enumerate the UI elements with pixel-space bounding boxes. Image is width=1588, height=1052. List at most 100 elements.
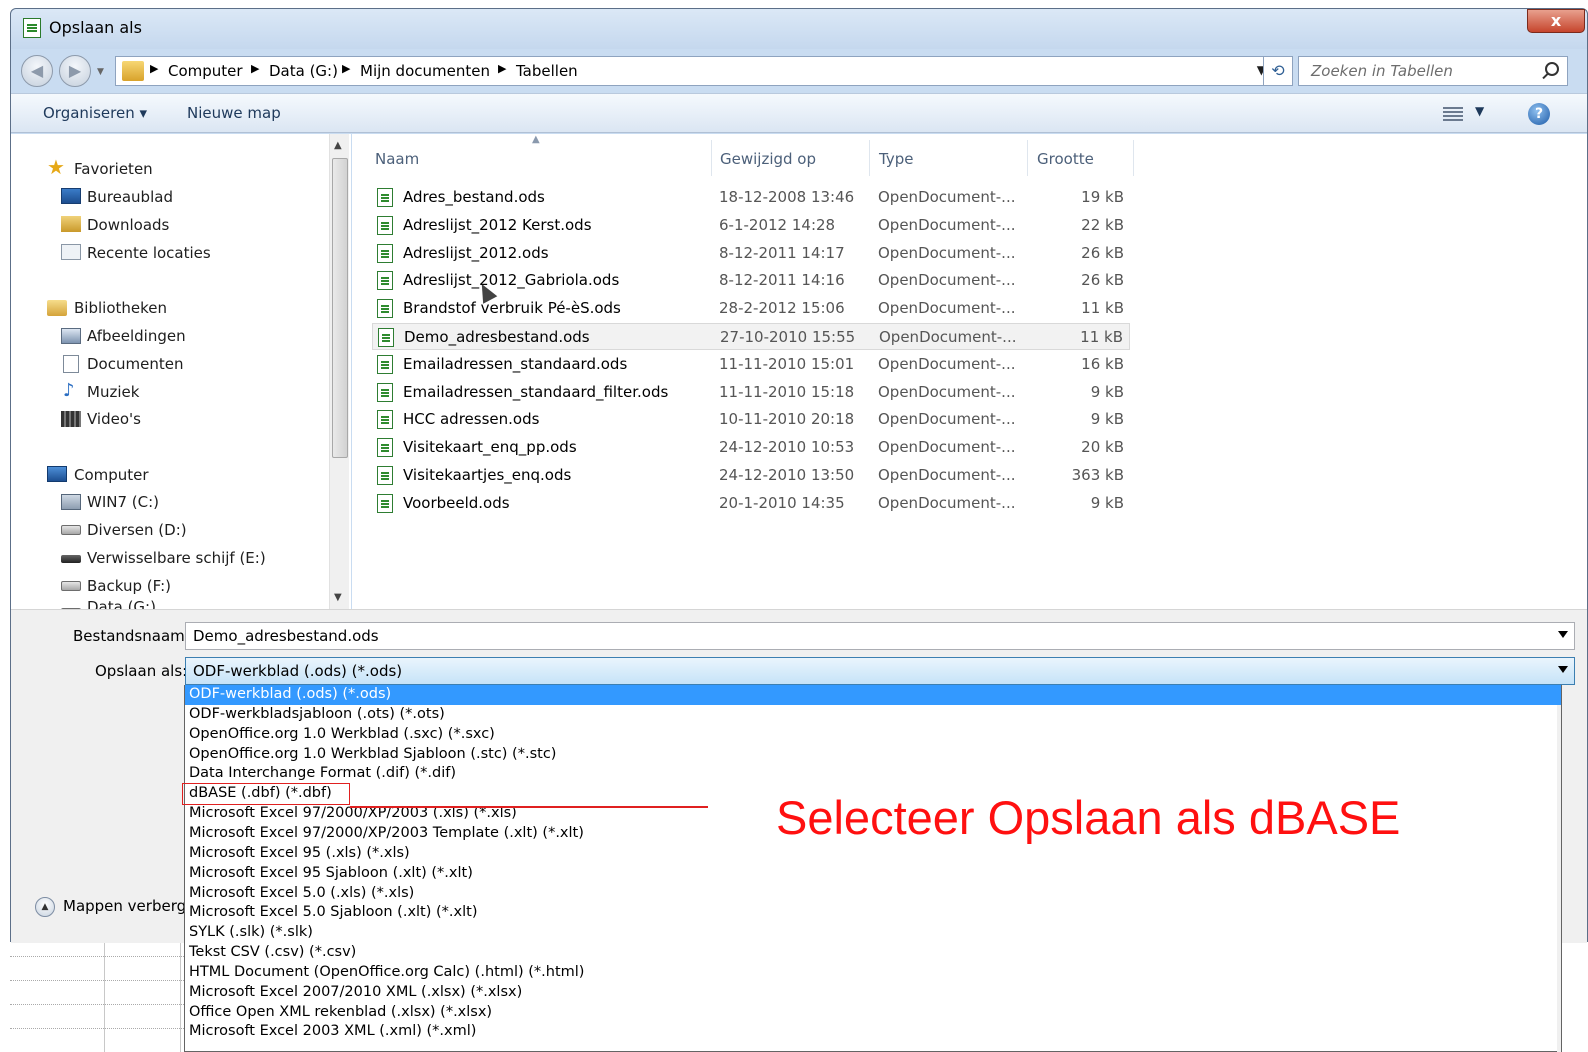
file-type-option[interactable]: OpenOffice.org 1.0 Werkblad (.sxc) (*.sx… bbox=[185, 725, 1561, 745]
file-row[interactable]: Visitekaart_enq_pp.ods 24-12-2010 10:53 Op… bbox=[372, 434, 1130, 461]
file-type: OpenDocument-... bbox=[878, 188, 1016, 206]
removable-drive-icon bbox=[61, 555, 81, 563]
nav-documents[interactable]: Documenten bbox=[87, 355, 183, 373]
file-modified: 11-11-2010 15:01 bbox=[719, 354, 855, 373]
nav-scrollbar[interactable]: ▲ ▼ bbox=[329, 134, 349, 609]
hide-folders-label: Mappen verberge bbox=[63, 897, 196, 915]
breadcrumb-data-drive[interactable]: Data (G:) bbox=[269, 62, 338, 80]
file-row[interactable]: Adres_bestand.ods 18-12-2008 13:46 OpenDoc… bbox=[372, 184, 1130, 211]
column-divider[interactable] bbox=[1133, 140, 1134, 176]
nav-scrollbar-thumb[interactable] bbox=[332, 158, 348, 458]
column-divider[interactable] bbox=[869, 140, 870, 176]
breadcrumb-tables[interactable]: Tabellen bbox=[516, 62, 578, 80]
nav-computer[interactable]: Computer bbox=[74, 466, 149, 484]
file-type-option[interactable]: Office Open XML rekenblad (.xlsx) (*.xls… bbox=[185, 1003, 1561, 1023]
file-type: OpenDocument-... bbox=[878, 438, 1016, 457]
file-type-option[interactable]: ODF-werkblad (.ods) (*.ods) bbox=[185, 685, 1561, 705]
file-row[interactable]: Adreslijst_2012 Kerst.ods 6-1-2012 14:28 O… bbox=[372, 212, 1130, 239]
breadcrumb-computer[interactable]: Computer bbox=[168, 62, 243, 80]
file-modified: 28-2-2012 15:06 bbox=[719, 299, 845, 318]
file-type-option[interactable]: ODF-werkbladsjabloon (.ots) (*.ots) bbox=[185, 705, 1561, 725]
new-folder-button[interactable]: Nieuwe map bbox=[187, 104, 281, 122]
breadcrumb-my-documents[interactable]: Mijn documenten bbox=[360, 62, 490, 80]
file-type-option[interactable]: SYLK (.slk) (*.slk) bbox=[185, 923, 1561, 943]
file-row[interactable]: Demo_adresbestand.ods 27-10-2010 15:55 Ope… bbox=[372, 323, 1130, 350]
grid-column-line bbox=[180, 942, 181, 1052]
address-bar[interactable]: ▶ Computer ▶ Data (G:) ▶ Mijn documenten… bbox=[115, 56, 1281, 86]
file-row[interactable]: Voorbeeld.ods 20-1-2010 14:35 OpenDocument… bbox=[372, 490, 1130, 517]
breadcrumb-separator-icon[interactable]: ▶ bbox=[342, 62, 350, 75]
dropdown-scrollbar[interactable] bbox=[1557, 705, 1561, 1052]
pictures-icon bbox=[61, 328, 81, 344]
file-type-option[interactable]: Microsoft Excel 95 Sjabloon (.xlt) (*.xl… bbox=[185, 864, 1561, 884]
file-modified: 8-12-2011 14:16 bbox=[719, 271, 845, 290]
nav-libraries[interactable]: Bibliotheken bbox=[74, 299, 167, 317]
search-field[interactable]: Zoeken in Tabellen bbox=[1298, 56, 1568, 86]
file-row[interactable]: Emailadressen_standaard.ods 11-11-2010 15… bbox=[372, 351, 1130, 378]
chevron-down-icon[interactable] bbox=[1558, 666, 1568, 673]
file-row[interactable]: Visitekaartjes_enq.ods 24-12-2010 13:50 Op… bbox=[372, 462, 1130, 489]
file-type-option[interactable]: OpenOffice.org 1.0 Werkblad Sjabloon (.s… bbox=[185, 745, 1561, 765]
file-type-option[interactable]: HTML Document (OpenOffice.org Calc) (.ht… bbox=[185, 963, 1561, 983]
nav-recent[interactable]: Recente locaties bbox=[87, 244, 211, 262]
nav-drive-e[interactable]: Verwisselbare schijf (E:) bbox=[87, 549, 266, 567]
column-header-type[interactable]: Type bbox=[879, 150, 913, 168]
file-modified: 20-1-2010 14:35 bbox=[719, 493, 845, 512]
file-type-option[interactable]: Microsoft Excel 5.0 (.xls) (*.xls) bbox=[185, 884, 1561, 904]
libraries-icon bbox=[47, 300, 67, 316]
file-name: Emailadressen_standaard_filter.ods bbox=[403, 382, 669, 401]
breadcrumb-separator-icon[interactable]: ▶ bbox=[251, 62, 259, 75]
column-divider[interactable] bbox=[1027, 140, 1028, 176]
nav-videos[interactable]: Video's bbox=[87, 410, 141, 428]
file-row[interactable]: HCC adressen.ods 10-11-2010 20:18 OpenDocu… bbox=[372, 406, 1130, 433]
nav-drive-f[interactable]: Backup (F:) bbox=[87, 577, 171, 595]
nav-drive-g[interactable]: Data (G:) bbox=[87, 598, 156, 609]
nav-pictures[interactable]: Afbeeldingen bbox=[87, 327, 186, 345]
file-type-option[interactable]: Tekst CSV (.csv) (*.csv) bbox=[185, 943, 1561, 963]
breadcrumb-separator-icon[interactable]: ▶ bbox=[150, 62, 158, 75]
help-icon[interactable]: ? bbox=[1528, 103, 1550, 125]
file-row[interactable]: Adreslijst_2012.ods 8-12-2011 14:17 OpenDo… bbox=[372, 240, 1130, 267]
nav-downloads[interactable]: Downloads bbox=[87, 216, 169, 234]
filename-label: Bestandsnaam: bbox=[73, 627, 190, 645]
file-type-option[interactable]: Microsoft Excel 2003 XML (.xml) (*.xml) bbox=[185, 1022, 1561, 1042]
column-header-modified[interactable]: Gewijzigd op bbox=[720, 150, 816, 168]
column-header-size[interactable]: Grootte bbox=[1037, 150, 1094, 168]
file-size: 363 kB bbox=[1071, 466, 1124, 484]
scroll-up-icon[interactable]: ▲ bbox=[334, 140, 342, 151]
file-name: Voorbeeld.ods bbox=[403, 493, 510, 512]
file-type-option[interactable]: Microsoft Excel 95 (.xls) (*.xls) bbox=[185, 844, 1561, 864]
file-type: OpenDocument-... bbox=[878, 410, 1016, 429]
file-type-option[interactable]: Data Interchange Format (.dif) (*.dif) bbox=[185, 764, 1561, 784]
grid-row bbox=[10, 1004, 190, 1005]
arrow-right-icon: ▶ bbox=[68, 61, 82, 80]
close-button[interactable]: x bbox=[1527, 9, 1585, 33]
nav-favorites[interactable]: Favorieten bbox=[74, 160, 153, 178]
file-row[interactable]: Emailadressen_standaard_filter.ods 11-11-… bbox=[372, 379, 1130, 406]
chevron-down-icon[interactable] bbox=[1558, 631, 1568, 638]
search-icon[interactable] bbox=[1545, 62, 1559, 76]
spreadsheet-icon bbox=[23, 18, 41, 38]
column-divider[interactable] bbox=[711, 140, 712, 176]
nav-drive-d[interactable]: Diversen (D:) bbox=[87, 521, 187, 539]
scroll-down-icon[interactable]: ▼ bbox=[334, 592, 342, 603]
view-options-icon[interactable] bbox=[1443, 107, 1463, 121]
column-header-name[interactable]: Naam bbox=[375, 150, 419, 168]
sort-ascending-icon: ▲ bbox=[532, 134, 540, 145]
breadcrumb-separator-icon[interactable]: ▶ bbox=[498, 62, 506, 75]
file-type-option[interactable]: Microsoft Excel 5.0 Sjabloon (.xlt) (*.x… bbox=[185, 903, 1561, 923]
save-type-select[interactable]: ODF-werkblad (.ods) (*.ods) bbox=[185, 657, 1575, 685]
file-type: OpenDocument-... bbox=[878, 215, 1016, 234]
file-type-option[interactable]: Microsoft Excel 2007/2010 XML (.xlsx) (*… bbox=[185, 983, 1561, 1003]
refresh-button[interactable]: ⟲ bbox=[1263, 56, 1293, 86]
nav-desktop[interactable]: Bureaublad bbox=[87, 188, 173, 206]
filename-input[interactable]: Demo_adresbestand.ods bbox=[185, 622, 1575, 650]
organize-button[interactable]: Organiseren ▾ bbox=[43, 104, 147, 122]
nav-drive-c[interactable]: WIN7 (C:) bbox=[87, 493, 159, 511]
back-button[interactable]: ◀ bbox=[21, 55, 53, 87]
nav-music[interactable]: Muziek bbox=[87, 383, 139, 401]
view-dropdown-icon[interactable]: ▼ bbox=[1475, 104, 1484, 118]
spreadsheet-file-icon bbox=[377, 271, 393, 291]
history-dropdown-icon[interactable]: ▼ bbox=[97, 67, 104, 77]
forward-button[interactable]: ▶ bbox=[59, 55, 91, 87]
